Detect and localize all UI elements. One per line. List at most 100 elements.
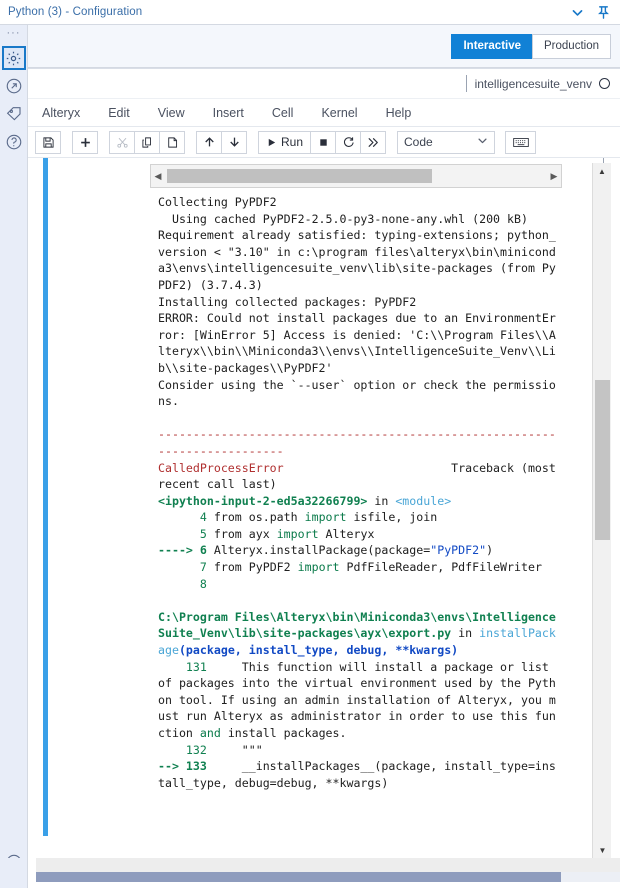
cell-output-text: Collecting PyPDF2 Using cached PyPDF2-2.… bbox=[158, 194, 562, 824]
restart-and-run-all-button[interactable] bbox=[360, 130, 387, 154]
output-segment: 5 bbox=[158, 526, 214, 541]
cell-hscroll-track[interactable] bbox=[165, 169, 547, 183]
output-line: 7 from PyPDF2 import PdfFileReader, PdfF… bbox=[158, 559, 562, 576]
output-segment: ----> 6 bbox=[158, 543, 214, 558]
notebook-cell-area: ◀ ▶ Collecting PyPDF2 Using cached PyPDF… bbox=[28, 158, 620, 859]
kernel-status-icon[interactable] bbox=[599, 78, 610, 89]
copy-button[interactable] bbox=[134, 130, 160, 154]
toolbar-group-clipboard bbox=[109, 130, 185, 154]
menu-item-cell[interactable]: Cell bbox=[272, 106, 294, 120]
output-segment: "PyPDF2" bbox=[430, 543, 487, 558]
cell-hscroll-thumb[interactable] bbox=[167, 169, 432, 183]
chevron-down-icon bbox=[477, 135, 488, 149]
output-segment: PdfFileReader, PdfFileWriter bbox=[339, 560, 542, 575]
output-segment: (package, install_type, debug, **kwargs) bbox=[178, 643, 459, 658]
run-button-label: Run bbox=[281, 135, 304, 149]
save-button[interactable] bbox=[35, 130, 61, 154]
output-line: 4 from os.path import isfile, join bbox=[158, 509, 562, 526]
window-hscroll-thumb[interactable] bbox=[36, 872, 561, 882]
output-segment: install packages. bbox=[220, 726, 347, 740]
move-cell-down-button[interactable] bbox=[221, 130, 247, 154]
window-title: Python (3) - Configuration bbox=[8, 6, 143, 18]
output-line: Installing collected packages: PyPDF2 bbox=[158, 294, 417, 309]
title-bar: Python (3) - Configuration bbox=[0, 0, 620, 25]
menu-item-alteryx[interactable]: Alteryx bbox=[42, 106, 80, 120]
menu-item-insert[interactable]: Insert bbox=[213, 106, 244, 120]
output-line: ----------------------------------------… bbox=[158, 427, 556, 458]
notebook-vertical-scrollbar[interactable]: ▲ ▼ bbox=[592, 163, 611, 858]
kernel-indicator-bar: intelligencesuite_venv bbox=[28, 69, 620, 99]
output-segment: from os.path bbox=[213, 510, 305, 525]
output-segment: Alteryx bbox=[318, 526, 375, 541]
title-bar-actions bbox=[569, 4, 620, 20]
vertical-scrollbar-thumb[interactable] bbox=[595, 380, 610, 540]
output-line: Consider using the `--user` option or ch… bbox=[158, 377, 556, 409]
output-segment: isfile, join bbox=[346, 510, 438, 525]
output-segment: <ipython-input-2-ed5a32266799> bbox=[158, 493, 368, 508]
output-segment: <module> bbox=[395, 493, 452, 508]
output-segment: """ bbox=[213, 742, 263, 757]
sidebar-item-output[interactable] bbox=[2, 74, 26, 98]
left-rail: ··· bbox=[0, 25, 28, 888]
output-segment: CalledProcessError bbox=[158, 460, 284, 475]
pin-icon[interactable] bbox=[595, 4, 611, 20]
scroll-left-arrow-icon[interactable]: ◀ bbox=[151, 171, 165, 182]
sidebar-item-configuration[interactable] bbox=[1, 46, 26, 70]
mode-toggle: Interactive Production bbox=[451, 33, 611, 59]
notebook-panel: intelligencesuite_venv Alteryx Edit View… bbox=[28, 68, 620, 859]
output-segment: Alteryx.installPackage(package= bbox=[213, 543, 431, 558]
menu-item-kernel[interactable]: Kernel bbox=[321, 106, 357, 120]
add-cell-button[interactable] bbox=[72, 130, 98, 154]
mode-interactive-button[interactable]: Interactive bbox=[451, 33, 533, 59]
output-segment: __installPackages__(package, install_typ… bbox=[158, 759, 556, 790]
selected-cell-indicator bbox=[43, 158, 48, 836]
menu-item-view[interactable]: View bbox=[158, 106, 185, 120]
sidebar-item-annotation[interactable] bbox=[2, 102, 26, 126]
output-line: C:\Program Files\Alteryx\bin\Miniconda3\… bbox=[158, 609, 562, 659]
chevron-down-icon[interactable] bbox=[569, 4, 585, 20]
sidebar-item-help[interactable] bbox=[2, 130, 26, 154]
python-tool-configuration-window: Python (3) - Configuration ··· Interacti… bbox=[0, 0, 620, 888]
output-line: 131 This function will install a package… bbox=[158, 659, 562, 742]
toolbar-group-move bbox=[196, 130, 247, 154]
output-segment: import bbox=[276, 526, 319, 541]
output-line: Collecting PyPDF2 bbox=[158, 195, 277, 209]
output-segment: 132 bbox=[158, 742, 214, 757]
scroll-up-arrow-icon[interactable]: ▲ bbox=[593, 163, 611, 179]
run-button[interactable]: Run bbox=[258, 130, 312, 154]
stop-button[interactable] bbox=[310, 130, 337, 154]
scroll-right-arrow-icon[interactable]: ▶ bbox=[547, 171, 561, 182]
notebook-menubar: Alteryx Edit View Insert Cell Kernel Hel… bbox=[28, 99, 620, 127]
output-line: Using cached PyPDF2-2.5.0-py3-none-any.w… bbox=[158, 211, 528, 226]
output-segment: import bbox=[297, 560, 340, 575]
menu-item-edit[interactable]: Edit bbox=[108, 106, 130, 120]
status-bar bbox=[0, 858, 620, 888]
status-rail bbox=[0, 858, 28, 888]
toolbar-group-run: Run bbox=[258, 130, 387, 154]
notebook-toolbar: Run Code bbox=[28, 127, 620, 158]
toolbar-group-file bbox=[35, 130, 61, 154]
paste-button[interactable] bbox=[159, 130, 185, 154]
menu-item-help[interactable]: Help bbox=[386, 106, 412, 120]
keyboard-shortcuts-button[interactable] bbox=[505, 130, 537, 154]
output-line: 5 from ayx import Alteryx bbox=[158, 526, 562, 543]
kernel-divider bbox=[465, 75, 467, 92]
cell-horizontal-scrollbar[interactable]: ◀ ▶ bbox=[150, 164, 562, 188]
mode-production-button[interactable]: Production bbox=[532, 33, 611, 59]
scroll-down-arrow-icon[interactable]: ▼ bbox=[593, 842, 612, 858]
output-line: ----> 6 Alteryx.installPackage(package="… bbox=[158, 542, 562, 559]
window-horizontal-scrollbar[interactable] bbox=[36, 872, 620, 882]
output-line: ERROR: Could not install packages due to… bbox=[158, 311, 556, 375]
restart-kernel-button[interactable] bbox=[335, 130, 362, 154]
cell-type-select[interactable]: Code bbox=[397, 130, 496, 154]
move-cell-up-button[interactable] bbox=[196, 130, 222, 154]
output-segment: in bbox=[367, 493, 396, 508]
rail-overflow-dots[interactable]: ··· bbox=[7, 28, 21, 42]
cell-type-value: Code bbox=[404, 135, 433, 149]
output-line: Requirement already satisfied: typing-ex… bbox=[158, 228, 556, 292]
output-segment: in bbox=[451, 626, 480, 641]
output-segment: import bbox=[304, 510, 347, 525]
cut-button[interactable] bbox=[109, 130, 135, 154]
